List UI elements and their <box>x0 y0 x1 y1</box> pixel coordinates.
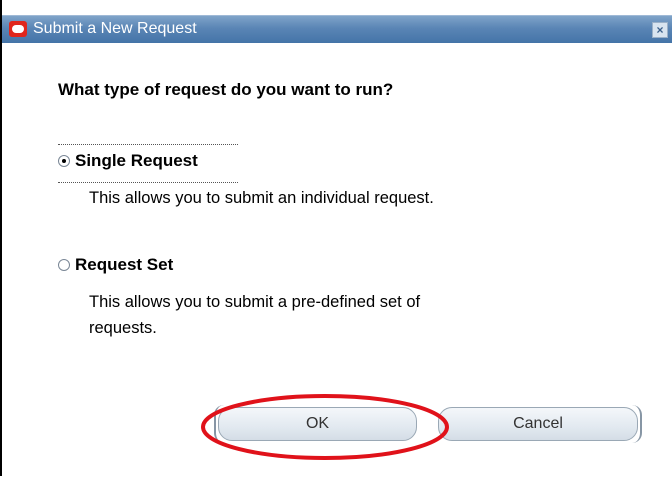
option-description-request-set: This allows you to submit a pre-defined … <box>89 293 421 337</box>
radio-selected-icon[interactable] <box>58 155 70 167</box>
ok-highlight-ellipse <box>201 394 449 460</box>
close-icon[interactable]: × <box>652 22 668 38</box>
window-title: Submit a New Request <box>33 20 197 37</box>
radio-unselected-icon[interactable] <box>58 259 70 271</box>
dialog-question: What type of request do you want to run? <box>58 80 394 99</box>
option-single-request[interactable]: Single Request <box>58 151 198 171</box>
cancel-button[interactable]: Cancel <box>438 407 638 441</box>
focus-outline-top <box>58 144 238 145</box>
option-label-single-request: Single Request <box>75 151 198 170</box>
option-description-single-request: This allows you to submit an individual … <box>89 189 434 207</box>
option-label-request-set: Request Set <box>75 255 174 274</box>
focus-outline-bottom <box>58 182 238 183</box>
title-bar: Submit a New Request × <box>2 15 672 43</box>
button-bar-right-cap <box>632 405 642 443</box>
oracle-logo-icon <box>9 21 27 37</box>
option-request-set[interactable]: Request Set <box>58 255 173 275</box>
